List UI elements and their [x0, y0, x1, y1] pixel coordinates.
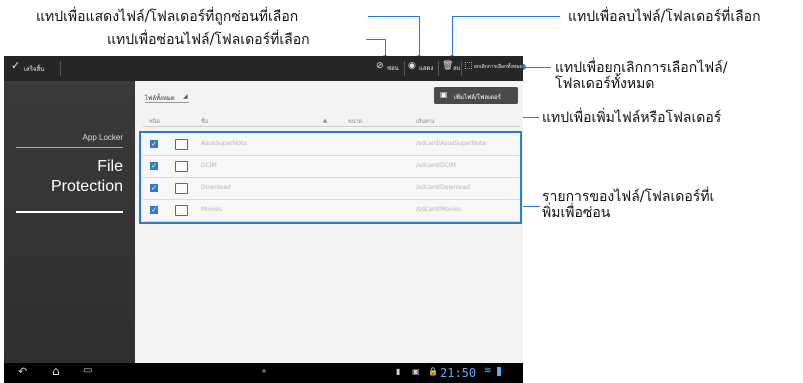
- done-label: เสร็จสิ้น: [24, 66, 45, 73]
- battery-icon: [497, 367, 501, 376]
- annotation-unselect-all: แทปเพื่อยกเลิกการเลือกไฟล์/ โฟลเดอร์ทั้ง…: [555, 60, 728, 92]
- unselect-icon: ⬚: [464, 61, 473, 71]
- unselect-all-button[interactable]: ⬚ ยกเลิกการเลือกทั้งหมด: [464, 60, 523, 77]
- list-highlight: [139, 131, 522, 224]
- home-icon[interactable]: ⌂: [52, 364, 60, 378]
- column-size: ขนาด: [348, 119, 363, 125]
- file-icon: ▮: [396, 367, 401, 376]
- hide-button[interactable]: ⊘ ซ่อน: [376, 60, 402, 77]
- lock-icon: 🔒: [428, 367, 438, 376]
- clock: 21:50: [440, 366, 477, 380]
- filter-dropdown[interactable]: ไฟล์ทั้งหมด ◢: [145, 91, 189, 103]
- wifi-icon: ≋: [484, 366, 492, 376]
- table-header: ชนิด ชื่อ ▲ ขนาด เส้นทาง: [143, 115, 520, 127]
- selected-indicator: [16, 211, 123, 213]
- annotation-hide-selected: แทปเพื่อซ่อนไฟล์/โฟลเดอร์ที่เลือก: [107, 32, 310, 48]
- annotation-show-hidden: แทปเพื่อแสดงไฟล์/โฟลเดอร์ที่ถูกซ่อนที่เล…: [36, 9, 299, 25]
- eye-icon: ◉: [408, 61, 416, 71]
- done-button[interactable]: ✓ เสร็จสิ้น: [9, 59, 45, 76]
- divider: [16, 147, 123, 148]
- unselect-all-label: ยกเลิกการเลือกทั้งหมด: [474, 64, 523, 70]
- eye-off-icon: ⊘: [376, 61, 384, 71]
- show-label: แสดง: [419, 65, 434, 72]
- app-locker-label: App Locker: [82, 133, 123, 142]
- trash-icon: 🗑: [442, 61, 454, 71]
- tablet-screen: ✓ เสร็จสิ้น ⊘ ซ่อน ◉ แสดง 🗑 ลบ ⬚ ยกเลิกก…: [4, 56, 523, 383]
- annotation-add-item: แทปเพื่อเพิ่มไฟล์หรือโฟลเดอร์: [542, 110, 722, 126]
- add-folder-icon: ▣: [440, 90, 448, 99]
- sort-arrow-icon: ▲: [323, 118, 328, 124]
- sidebar: App Locker File Protection: [4, 81, 135, 363]
- annotation-file-list: รายการของไฟล์/โฟลเดอร์ที่เ พิ่มเพื่อซ่อน: [542, 189, 715, 221]
- dropdown-arrow-icon: ◢: [183, 93, 188, 100]
- section-title-line1: File: [97, 158, 123, 175]
- check-icon: ✓: [11, 59, 21, 72]
- section-title-line2: Protection: [50, 178, 123, 195]
- system-nav-bar: ↶ ⌂ ▭ ▮ ▣ 🔒 21:50 ≋: [4, 363, 523, 383]
- image-icon: ▣: [412, 367, 420, 376]
- back-icon[interactable]: ↶: [18, 365, 27, 378]
- hide-label: ซ่อน: [387, 65, 399, 72]
- file-list-pane: ไฟล์ทั้งหมด ◢ ▣ เพิ่มไฟล์/โฟลเดอร์ ชนิด …: [135, 81, 523, 363]
- menu-dot-icon: [262, 369, 266, 373]
- annotation-delete-selected: แทปเพื่อลบไฟล์/โฟลเดอร์ที่เลือก: [568, 9, 761, 25]
- section-title[interactable]: File Protection: [51, 157, 123, 197]
- add-button-label: เพิ่มไฟล์/โฟลเดอร์: [454, 94, 501, 101]
- column-name: ชื่อ: [201, 119, 209, 125]
- show-button[interactable]: ◉ แสดง: [408, 60, 436, 77]
- recent-apps-icon[interactable]: ▭: [83, 365, 92, 376]
- column-type: ชนิด: [149, 119, 161, 125]
- delete-label: ลบ: [453, 65, 461, 72]
- column-path: เส้นทาง: [416, 119, 435, 125]
- action-bar: ✓ เสร็จสิ้น ⊘ ซ่อน ◉ แสดง 🗑 ลบ ⬚ ยกเลิกก…: [4, 56, 523, 81]
- add-file-folder-button[interactable]: ▣ เพิ่มไฟล์/โฟลเดอร์: [434, 87, 518, 104]
- delete-button[interactable]: 🗑 ลบ: [442, 60, 461, 77]
